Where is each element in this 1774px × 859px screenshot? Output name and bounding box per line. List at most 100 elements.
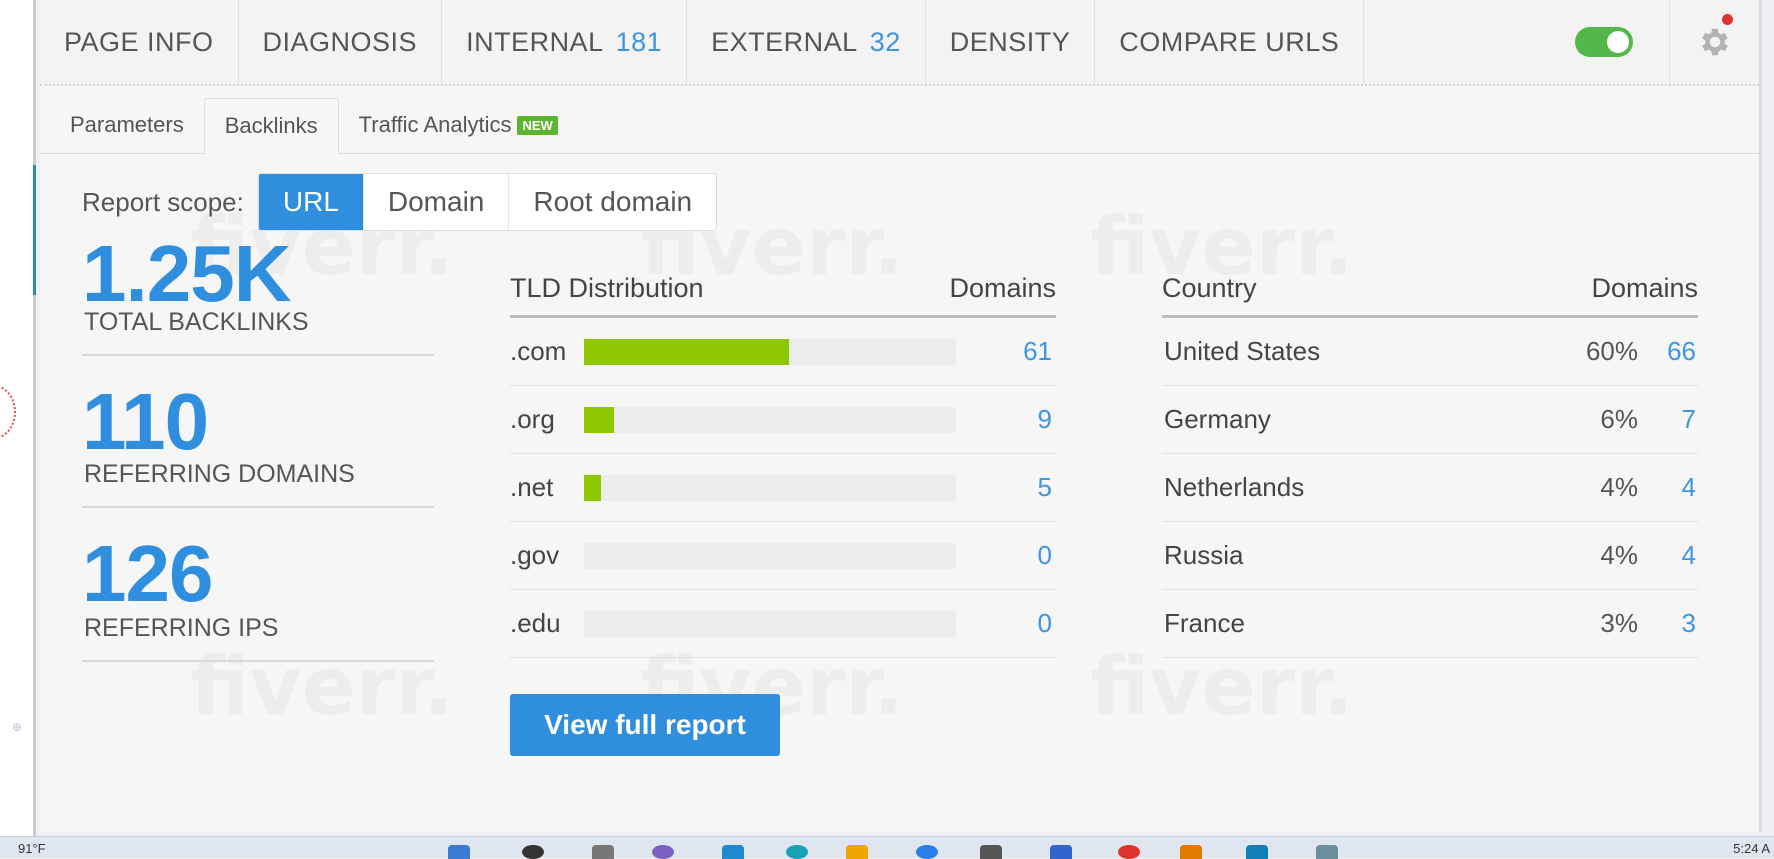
tab-compare-urls[interactable]: COMPARE URLS: [1095, 0, 1365, 84]
country-domain-count[interactable]: 3: [1638, 608, 1698, 639]
start-icon[interactable]: [448, 845, 470, 859]
country-name: United States: [1164, 336, 1321, 366]
country-name: Russia: [1164, 540, 1244, 570]
tld-name: .gov: [510, 540, 560, 570]
country-domain-count[interactable]: 7: [1638, 404, 1698, 435]
stat-label: REFERRING DOMAINS: [84, 460, 355, 488]
tld-domain-count[interactable]: 0: [956, 540, 1056, 571]
app-icon[interactable]: [916, 845, 938, 859]
app-icon[interactable]: [980, 845, 1002, 859]
tab-label: PAGE INFO: [64, 26, 214, 57]
country-domain-count[interactable]: 4: [1638, 472, 1698, 503]
report-scope: Report scope: URL Domain Root domain: [82, 173, 718, 231]
domains-header: Domains: [949, 273, 1056, 303]
table-row: Germany 6% 7: [1162, 386, 1698, 454]
stat-label: TOTAL BACKLINKS: [84, 308, 309, 336]
country-percent: 4%: [1600, 472, 1638, 502]
country-percent: 6%: [1600, 404, 1638, 434]
tld-name: .net: [510, 472, 554, 502]
tld-name: .org: [510, 404, 555, 434]
subtab-parameters[interactable]: Parameters: [50, 97, 204, 153]
tab-page-info[interactable]: PAGE INFO: [40, 0, 239, 84]
scope-root-domain-button[interactable]: Root domain: [509, 174, 716, 230]
tld-header: TLD Distribution: [510, 273, 704, 303]
table-row: Netherlands 4% 4: [1162, 454, 1698, 522]
table-row: .com 61: [510, 318, 1056, 386]
subtab-label: Traffic Analytics: [358, 112, 512, 137]
dotted-circle-icon: [0, 385, 16, 439]
app-icon[interactable]: [1316, 845, 1338, 859]
tld-domain-count[interactable]: 5: [956, 472, 1056, 503]
extension-toggle[interactable]: [1575, 27, 1633, 57]
nav-controls: [1575, 0, 1759, 84]
domains-header: Domains: [1591, 273, 1698, 303]
app-icon[interactable]: [1050, 845, 1072, 859]
tab-external[interactable]: EXTERNAL 32: [687, 0, 926, 84]
country-domain-count[interactable]: 66: [1638, 336, 1698, 367]
stat-value: 110: [82, 377, 209, 466]
tld-distribution-table: TLD Distribution Domains .com 61 .org 9 .net…: [510, 262, 1056, 658]
bar-track: [584, 542, 956, 569]
country-table: Country Domains United States 60% 66 German…: [1162, 262, 1698, 658]
main-nav: PAGE INFO DIAGNOSIS INTERNAL 181 EXTERNAL…: [40, 0, 1759, 86]
table-header: TLD Distribution Domains: [510, 262, 1056, 318]
table-row: .gov 0: [510, 522, 1056, 590]
table-row: .org 9: [510, 386, 1056, 454]
taskbar: 91°F 5:24 A: [0, 836, 1774, 859]
bar-track: [584, 338, 956, 365]
tld-domain-count[interactable]: 0: [956, 608, 1056, 639]
app-icon[interactable]: [722, 845, 744, 859]
tld-name: .com: [510, 336, 567, 366]
table-header: Country Domains: [1162, 262, 1698, 318]
tab-count: 181: [615, 26, 663, 57]
bar-fill: [584, 338, 789, 365]
tab-label: EXTERNAL: [711, 26, 858, 57]
table-row: .edu 0: [510, 590, 1056, 658]
subtab-backlinks[interactable]: Backlinks: [203, 98, 339, 154]
bar-track: [584, 474, 956, 501]
subtab-label: Backlinks: [224, 113, 318, 138]
app-logo-icon: ⊕: [11, 720, 23, 734]
country-percent: 3%: [1600, 608, 1638, 638]
bar-fill: [584, 406, 614, 433]
country-percent: 4%: [1600, 540, 1638, 570]
bar-track: [584, 610, 956, 637]
settings-button[interactable]: [1669, 0, 1759, 84]
tab-count: 32: [869, 26, 901, 57]
tab-label: DENSITY: [949, 26, 1071, 57]
subtab-traffic-analytics[interactable]: Traffic Analytics NEW: [339, 97, 578, 153]
tab-label: DIAGNOSIS: [262, 26, 418, 57]
stat-total-backlinks: 1.25K TOTAL BACKLINKS: [82, 229, 434, 356]
app-icon[interactable]: [652, 845, 674, 859]
stat-referring-ips: 126 REFERRING IPS: [82, 508, 434, 662]
table-row: United States 60% 66: [1162, 318, 1698, 386]
tab-internal[interactable]: INTERNAL 181: [442, 0, 688, 84]
app-icon[interactable]: [1246, 845, 1268, 859]
table-row: France 3% 3: [1162, 590, 1698, 658]
stat-value: 126: [82, 529, 213, 618]
scope-selector: URL Domain Root domain: [257, 173, 718, 231]
report-scope-label: Report scope:: [82, 186, 244, 217]
new-badge: NEW: [517, 115, 558, 135]
tld-domain-count[interactable]: 61: [956, 336, 1056, 367]
weather-temp: 91°F: [18, 841, 46, 856]
tab-diagnosis[interactable]: DIAGNOSIS: [239, 0, 443, 84]
country-name: Netherlands: [1164, 472, 1305, 502]
file-explorer-icon[interactable]: [846, 845, 868, 859]
tld-domain-count[interactable]: 9: [956, 404, 1056, 435]
gear-icon: [1701, 28, 1728, 56]
scope-domain-button[interactable]: Domain: [364, 174, 510, 230]
bar-track: [584, 406, 956, 433]
search-icon[interactable]: [522, 845, 544, 859]
app-icon[interactable]: [1180, 845, 1202, 859]
country-domain-count[interactable]: 4: [1638, 540, 1698, 571]
view-full-report-button[interactable]: View full report: [510, 694, 780, 756]
chrome-icon[interactable]: [1118, 845, 1140, 859]
scope-url-button[interactable]: URL: [258, 174, 364, 230]
country-header: Country: [1162, 273, 1257, 303]
country-name: Germany: [1164, 404, 1271, 434]
task-view-icon[interactable]: [592, 845, 614, 859]
tab-density[interactable]: DENSITY: [926, 0, 1096, 84]
seo-extension-panel: fiverr. fiverr. fiverr. fiverr. fiverr. …: [40, 0, 1762, 832]
app-icon[interactable]: [786, 845, 808, 859]
